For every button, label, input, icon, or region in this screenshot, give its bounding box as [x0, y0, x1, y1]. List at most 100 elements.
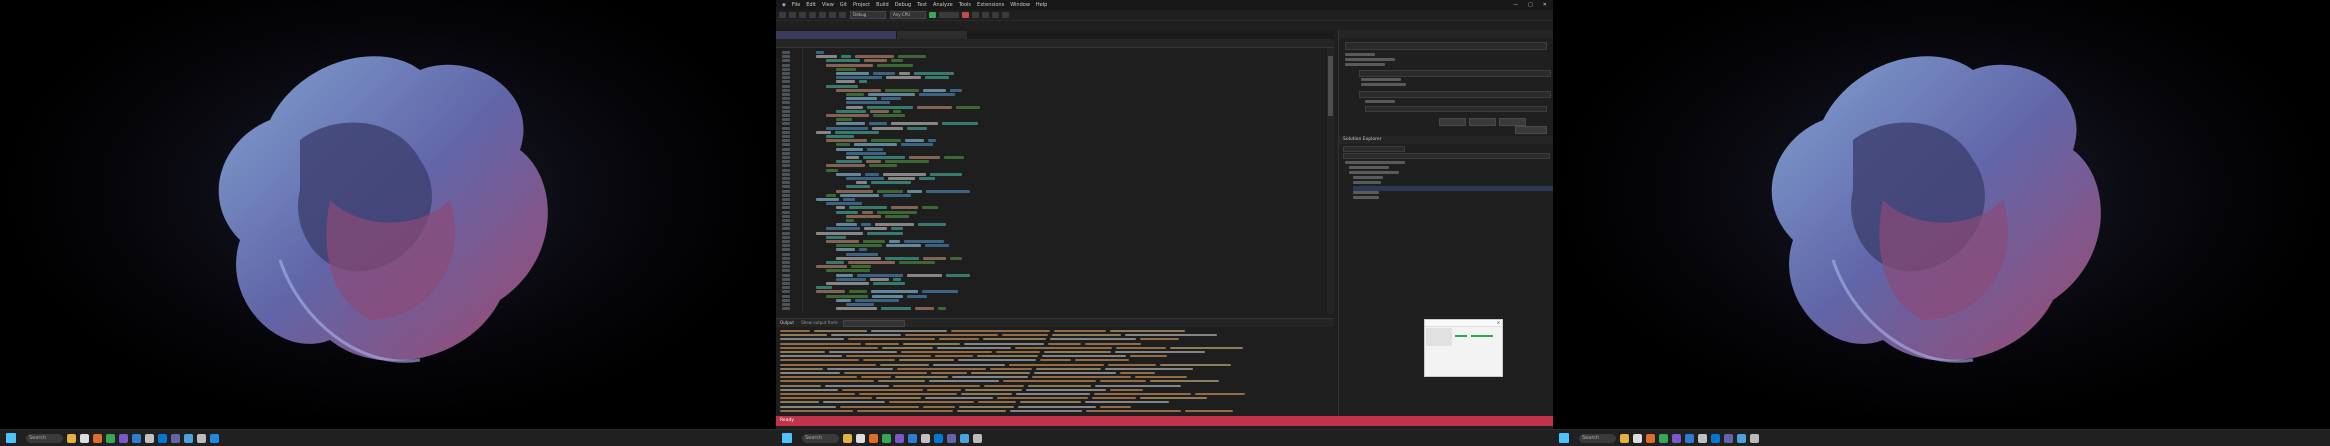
notepad-icon[interactable] — [145, 433, 154, 443]
run-target-dropdown[interactable] — [939, 12, 959, 18]
panel-field[interactable] — [1365, 106, 1547, 112]
menu-window[interactable]: Window — [1010, 2, 1030, 8]
restart-icon[interactable] — [972, 12, 979, 18]
left-monitor: Search — [0, 0, 776, 446]
app-icon-3[interactable] — [210, 433, 219, 443]
menu-build[interactable]: Build — [876, 2, 889, 8]
app-icon[interactable] — [1633, 433, 1642, 443]
save-all-icon[interactable] — [819, 12, 826, 18]
menu-debug[interactable]: Debug — [895, 2, 911, 8]
visual-studio-icon[interactable] — [1672, 433, 1681, 443]
panel-field[interactable] — [1359, 70, 1551, 77]
notepad-icon[interactable] — [1698, 433, 1707, 443]
start-button[interactable] — [6, 433, 16, 443]
start-button[interactable] — [1559, 433, 1569, 443]
outlook-icon[interactable] — [1711, 433, 1720, 443]
undo-icon[interactable] — [829, 12, 836, 18]
tree-item[interactable] — [1345, 161, 1405, 164]
tree-item[interactable] — [1349, 166, 1389, 169]
file-explorer-icon[interactable] — [67, 433, 76, 443]
file-explorer-icon[interactable] — [843, 433, 852, 443]
visual-studio-icon[interactable] — [119, 433, 128, 443]
editor-scrollbar-thumb[interactable] — [1328, 56, 1333, 116]
menu-project[interactable]: Project — [853, 2, 870, 8]
menu-test[interactable]: Test — [917, 2, 927, 8]
tree-item[interactable] — [1353, 196, 1379, 199]
menu-edit[interactable]: Edit — [806, 2, 816, 8]
visual-studio-icon[interactable] — [895, 433, 904, 443]
redo-icon[interactable] — [839, 12, 846, 18]
chrome-icon[interactable] — [1659, 433, 1668, 443]
panel-button[interactable] — [1499, 118, 1526, 126]
editor-scrollbar[interactable] — [1327, 48, 1334, 314]
tree-item[interactable] — [1353, 191, 1379, 194]
close-icon[interactable]: ✕ — [1543, 2, 1547, 8]
tree-item-selected[interactable] — [1353, 186, 1553, 191]
settings-icon[interactable] — [197, 433, 206, 443]
app-icon-2[interactable] — [1737, 433, 1746, 443]
browser-icon[interactable] — [93, 433, 102, 443]
app-icon-2[interactable] — [960, 433, 969, 443]
step-over-icon[interactable] — [982, 12, 989, 18]
code-editor[interactable] — [776, 48, 1334, 314]
taskbar-search-box[interactable]: Search — [1579, 433, 1616, 443]
solution-explorer-toolbar[interactable] — [1343, 146, 1405, 152]
menu-tools[interactable]: Tools — [959, 2, 971, 8]
panel-button[interactable] — [1439, 118, 1466, 126]
search-field[interactable] — [1345, 42, 1547, 50]
start-button[interactable] — [782, 433, 792, 443]
settings-icon[interactable] — [973, 433, 982, 443]
minimize-icon[interactable]: — — [1513, 2, 1518, 8]
browser-icon[interactable] — [869, 433, 878, 443]
taskbar-search-box[interactable]: Search — [26, 433, 63, 443]
outlook-icon[interactable] — [158, 433, 167, 443]
edge-icon[interactable] — [132, 433, 141, 443]
close-icon[interactable]: ✕ — [1497, 320, 1500, 326]
menu-extensions[interactable]: Extensions — [977, 2, 1004, 8]
app-icon[interactable] — [80, 433, 89, 443]
browser-icon[interactable] — [1646, 433, 1655, 443]
editor-tab-active[interactable] — [776, 31, 896, 39]
settings-icon[interactable] — [1750, 433, 1759, 443]
tree-item[interactable] — [1349, 171, 1399, 174]
tree-item[interactable] — [1353, 176, 1383, 179]
configuration-dropdown[interactable]: Debug — [850, 11, 886, 19]
app-icon[interactable] — [856, 433, 865, 443]
step-into-icon[interactable] — [992, 12, 999, 18]
edge-icon[interactable] — [1685, 433, 1694, 443]
menu-file[interactable]: File — [792, 2, 800, 8]
outlook-icon[interactable] — [934, 433, 943, 443]
chrome-icon[interactable] — [882, 433, 891, 443]
menu-view[interactable]: View — [822, 2, 834, 8]
menu-analyze[interactable]: Analyze — [933, 2, 953, 8]
tree-item[interactable] — [1353, 181, 1381, 184]
start-debugging-icon[interactable] — [929, 12, 936, 18]
output-source-dropdown[interactable] — [842, 319, 905, 327]
maximize-icon[interactable]: □ — [1528, 2, 1533, 8]
panel-button[interactable] — [1469, 118, 1496, 126]
save-icon[interactable] — [809, 12, 816, 18]
file-explorer-icon[interactable] — [1620, 433, 1629, 443]
step-out-icon[interactable] — [1002, 12, 1009, 18]
notepad-icon[interactable] — [921, 433, 930, 443]
new-file-icon[interactable] — [799, 12, 806, 18]
chrome-icon[interactable] — [106, 433, 115, 443]
solution-explorer-search[interactable] — [1343, 153, 1550, 159]
taskbar-search-box[interactable]: Search — [802, 433, 839, 443]
edge-icon[interactable] — [908, 433, 917, 443]
checkbox-row[interactable] — [1361, 78, 1401, 81]
teams-icon[interactable] — [1724, 433, 1733, 443]
panel-button[interactable] — [1515, 126, 1547, 134]
menu-help[interactable]: Help — [1036, 2, 1047, 8]
checkbox-row[interactable] — [1361, 83, 1406, 86]
back-icon[interactable] — [779, 12, 786, 18]
teams-icon[interactable] — [171, 433, 180, 443]
forward-icon[interactable] — [789, 12, 796, 18]
platform-dropdown[interactable]: Any CPU — [890, 11, 926, 19]
teams-icon[interactable] — [947, 433, 956, 443]
menu-git[interactable]: Git — [840, 2, 847, 8]
app-icon-2[interactable] — [184, 433, 193, 443]
panel-field[interactable] — [1359, 91, 1551, 98]
stop-debugging-icon[interactable] — [962, 12, 969, 18]
editor-tab[interactable] — [897, 31, 967, 39]
